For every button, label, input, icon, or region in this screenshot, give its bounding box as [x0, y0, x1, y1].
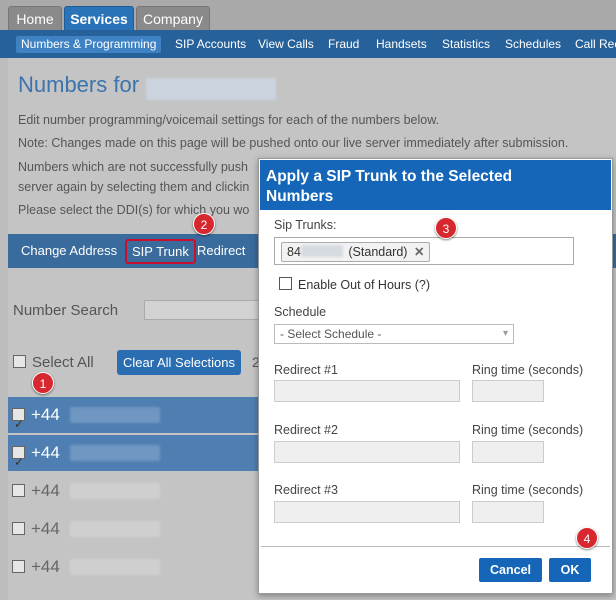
- push-info-text-2: server again by selecting them and click…: [18, 180, 250, 194]
- enable-out-of-hours-checkbox[interactable]: [279, 277, 292, 290]
- step-badge-3: 3: [435, 217, 457, 239]
- subnav-view-calls[interactable]: View Calls: [258, 30, 314, 58]
- remove-chip-icon[interactable]: ✕: [414, 245, 424, 259]
- row-checkbox[interactable]: [12, 444, 25, 480]
- ring-time-2-label: Ring time (seconds): [472, 423, 584, 437]
- number-prefix: +44: [31, 481, 60, 500]
- schedule-label: Schedule: [274, 305, 327, 319]
- enable-out-of-hours[interactable]: Enable Out of Hours (?): [279, 277, 430, 292]
- dialog-divider: [261, 546, 610, 547]
- row-checkbox[interactable]: [12, 560, 25, 573]
- number-row[interactable]: +44: [8, 511, 258, 547]
- clear-all-selections-button[interactable]: Clear All Selections: [117, 350, 241, 375]
- tab-services[interactable]: Services: [64, 6, 134, 30]
- redirect-2-input[interactable]: [274, 441, 460, 463]
- number-search-input[interactable]: [144, 300, 264, 320]
- trunk-chip-type: (Standard): [348, 245, 408, 259]
- subnav-statistics[interactable]: Statistics: [442, 30, 490, 58]
- ddi-select-text: Please select the DDI(s) for which you w…: [18, 203, 250, 217]
- number-prefix: +44: [31, 405, 60, 424]
- step-badge-2: 2: [193, 213, 215, 235]
- row-checkbox[interactable]: [12, 484, 25, 497]
- subnav-call-rec[interactable]: Call Rec: [575, 30, 616, 58]
- number-row[interactable]: +44: [8, 435, 258, 480]
- schedule-selected-value: - Select Schedule -: [280, 327, 382, 341]
- subnav-fraud[interactable]: Fraud: [328, 30, 359, 58]
- number-search-label: Number Search: [13, 302, 119, 319]
- dialog-title-line2: Numbers: [266, 188, 334, 205]
- enable-out-of-hours-label: Enable Out of Hours (?): [298, 278, 431, 292]
- sip-trunks-label: Sip Trunks:: [274, 218, 337, 232]
- change-address-button[interactable]: Change Address: [21, 234, 117, 268]
- redacted-number: [70, 483, 160, 499]
- select-all[interactable]: Select All: [13, 354, 94, 371]
- number-prefix: +44: [31, 443, 60, 462]
- subnav-sip-accounts[interactable]: SIP Accounts: [175, 30, 246, 58]
- row-checkbox[interactable]: [12, 406, 25, 442]
- redacted-account-name: [146, 78, 276, 100]
- subnav-handsets[interactable]: Handsets: [376, 30, 427, 58]
- dialog-header: Apply a SIP Trunk to the Selected Number…: [260, 160, 611, 210]
- select-all-checkbox[interactable]: [13, 355, 26, 368]
- top-navigation: Home Services Company: [0, 0, 616, 30]
- ring-time-1-input[interactable]: [472, 380, 544, 402]
- description-text: Edit number programming/voicemail settin…: [18, 113, 440, 127]
- number-row[interactable]: +44: [8, 397, 258, 442]
- sip-trunks-multiselect[interactable]: 84 (Standard) ✕: [274, 237, 574, 265]
- redacted-number: [70, 521, 160, 537]
- redirect-1-input[interactable]: [274, 380, 460, 402]
- redacted-number: [70, 407, 160, 423]
- number-prefix: +44: [31, 557, 60, 576]
- redirect-button[interactable]: Redirect: [197, 234, 245, 268]
- chevron-down-icon: ▾: [502, 328, 508, 339]
- push-info-text: Numbers which are not successfully push: [18, 160, 248, 174]
- subnav-schedules[interactable]: Schedules: [505, 30, 561, 58]
- redacted-number: [70, 559, 160, 575]
- row-checkbox[interactable]: [12, 522, 25, 535]
- ring-time-2-input[interactable]: [472, 441, 544, 463]
- tab-company[interactable]: Company: [136, 6, 210, 30]
- redirect-3-input[interactable]: [274, 501, 460, 523]
- number-prefix: +44: [31, 519, 60, 538]
- ok-button[interactable]: OK: [549, 558, 591, 582]
- subnav-numbers-programming[interactable]: Numbers & Programming: [16, 36, 162, 53]
- ring-time-1-label: Ring time (seconds): [472, 363, 584, 377]
- tab-home[interactable]: Home: [8, 6, 62, 30]
- number-row[interactable]: +44: [8, 473, 258, 509]
- number-row[interactable]: +44: [8, 549, 258, 585]
- redirect-3-label: Redirect #3: [274, 483, 338, 497]
- select-all-label: Select All: [32, 354, 94, 371]
- step-badge-4: 4: [576, 527, 598, 549]
- ring-time-3-input[interactable]: [472, 501, 544, 523]
- ring-time-3-label: Ring time (seconds): [472, 483, 584, 497]
- cancel-button[interactable]: Cancel: [479, 558, 542, 582]
- trunk-chip-prefix: 84: [287, 245, 301, 259]
- redacted-trunk-id: [300, 245, 343, 257]
- step-badge-1: 1: [32, 372, 54, 394]
- note-text: Note: Changes made on this page will be …: [18, 136, 569, 150]
- redirect-1-label: Redirect #1: [274, 363, 338, 377]
- trunk-chip: 84 (Standard) ✕: [281, 242, 431, 262]
- dialog-title-line1: Apply a SIP Trunk to the Selected: [266, 168, 513, 185]
- redacted-number: [70, 445, 160, 461]
- sub-navigation: Numbers & Programming SIP Accounts View …: [0, 30, 616, 58]
- page-title: Numbers for: [18, 72, 140, 97]
- schedule-select[interactable]: - Select Schedule - ▾: [274, 324, 514, 344]
- redirect-2-label: Redirect #2: [274, 423, 338, 437]
- sip-trunk-button[interactable]: SIP Trunk: [125, 239, 196, 264]
